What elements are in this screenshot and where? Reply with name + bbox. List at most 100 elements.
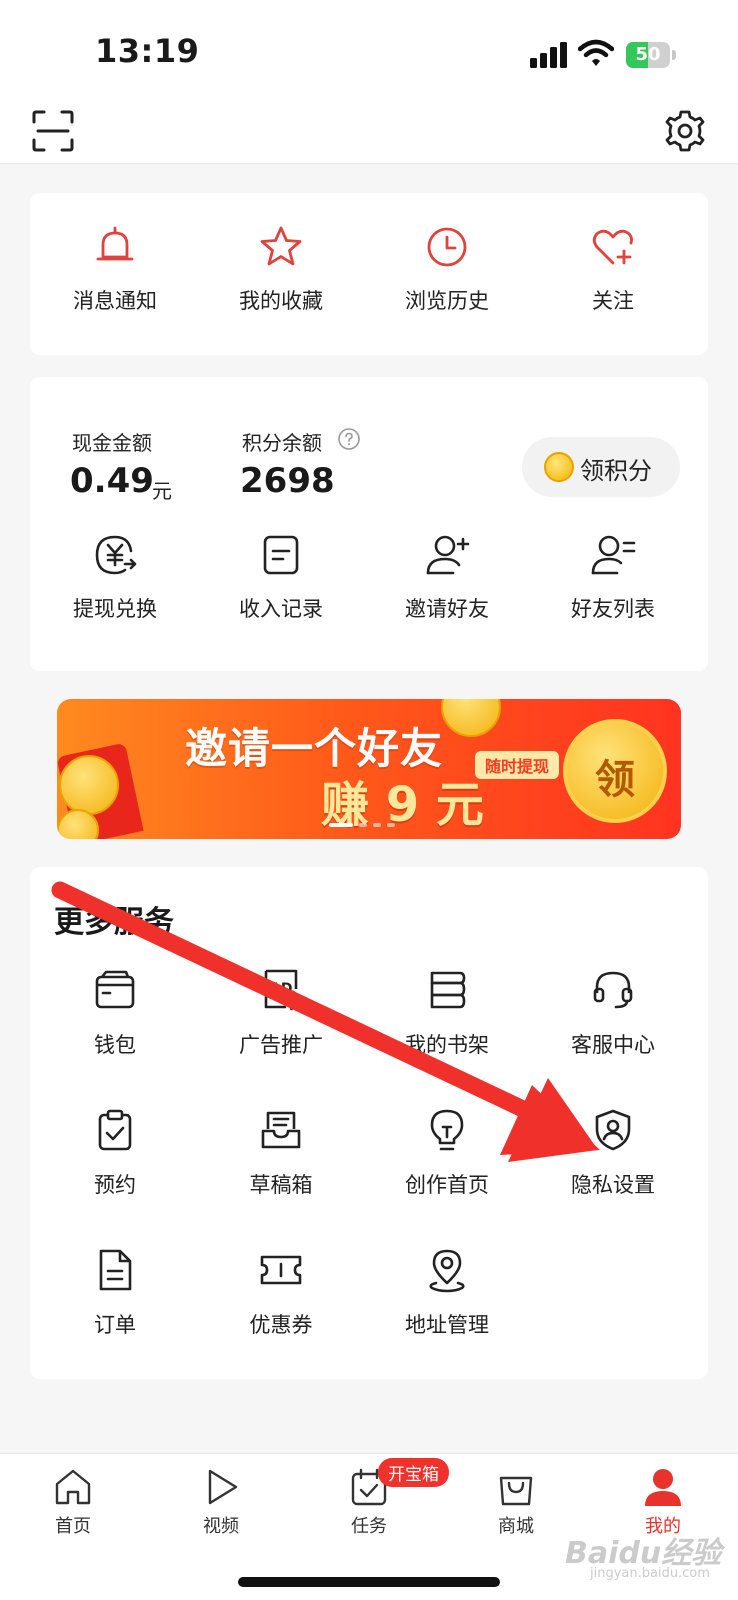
battery-percent: 50	[635, 44, 661, 65]
service-label: 钱包	[94, 1033, 136, 1057]
wallet-item-label: 邀请好友	[405, 597, 489, 621]
clock-icon	[427, 227, 467, 267]
service-reservation[interactable]: 预约	[30, 1107, 200, 1217]
scan-icon[interactable]	[30, 108, 76, 154]
cash-unit: 元	[152, 479, 172, 503]
services-title: 更多服务	[54, 905, 174, 940]
clipboard-check-icon	[98, 1109, 132, 1151]
gear-icon[interactable]	[662, 108, 708, 154]
service-label: 地址管理	[405, 1313, 489, 1337]
quick-label: 我的收藏	[239, 289, 323, 313]
service-support[interactable]: 客服中心	[528, 967, 698, 1077]
yuan-exchange-icon	[95, 535, 137, 575]
status-time: 13:19	[95, 32, 200, 70]
add-friend-icon	[426, 535, 470, 575]
cash-value[interactable]: 0.49	[70, 461, 154, 501]
coin-graphic	[59, 755, 119, 815]
quick-item-history[interactable]: 浏览历史	[362, 223, 532, 333]
service-label: 优惠券	[249, 1313, 313, 1337]
points-value[interactable]: 2698	[240, 461, 335, 501]
service-wallet[interactable]: 钱包	[30, 967, 200, 1077]
service-label: 客服中心	[571, 1033, 655, 1057]
service-address[interactable]: 地址管理	[362, 1247, 532, 1357]
coupon-icon	[260, 1255, 302, 1285]
wallet-item-label: 收入记录	[239, 597, 323, 621]
top-bar	[0, 100, 738, 164]
ad-icon: AD	[264, 969, 298, 1011]
wallet-item-withdraw[interactable]: 提现兑换	[30, 531, 200, 641]
wifi-icon	[578, 39, 614, 66]
lightbulb-icon	[430, 1109, 464, 1151]
service-orders[interactable]: 订单	[30, 1247, 200, 1357]
service-privacy[interactable]: 隐私设置	[528, 1107, 698, 1217]
coin-icon	[544, 452, 574, 482]
home-icon	[55, 1469, 91, 1505]
wallet-item-income[interactable]: 收入记录	[196, 531, 366, 641]
banner-tag: 随时提现	[475, 751, 560, 779]
quick-item-follow[interactable]: 关注	[528, 223, 698, 333]
invite-banner[interactable]: 邀请一个好友 随时提现 赚 9 元 领	[57, 699, 681, 839]
quick-label: 关注	[592, 289, 634, 313]
banner-coin-label: 领	[595, 757, 635, 803]
service-creator-home[interactable]: 创作首页	[362, 1107, 532, 1217]
service-ad[interactable]: AD 广告推广	[196, 967, 366, 1077]
wallet-icon	[95, 970, 135, 1009]
cash-label: 现金金额	[72, 431, 152, 455]
tab-label: 商城	[498, 1516, 534, 1537]
quick-label: 消息通知	[73, 289, 157, 313]
quick-label: 浏览历史	[405, 289, 489, 313]
wallet-item-label: 提现兑换	[73, 597, 157, 621]
claim-points-button[interactable]: 领积分	[522, 437, 680, 497]
service-coupons[interactable]: 优惠券	[196, 1247, 366, 1357]
help-icon[interactable]	[337, 427, 361, 451]
treasure-box-badge[interactable]: 开宝箱	[378, 1458, 449, 1487]
banner-claim-coin[interactable]: 领	[563, 719, 667, 823]
quick-item-favorites[interactable]: 我的收藏	[196, 223, 366, 333]
service-bookshelf[interactable]: 我的书架	[362, 967, 532, 1077]
svg-text:AD: AD	[270, 981, 292, 997]
coin-graphic	[441, 699, 501, 737]
service-drafts[interactable]: 草稿箱	[196, 1107, 366, 1217]
quick-item-notifications[interactable]: 消息通知	[30, 223, 200, 333]
points-label: 积分余额	[242, 431, 322, 455]
service-label: 创作首页	[405, 1173, 489, 1197]
wallet-card: 现金金额 0.49 元 积分余额 2698 领积分 提现兑换 收入记录 邀请好友…	[30, 377, 708, 671]
service-label: 订单	[94, 1313, 136, 1337]
bookshelf-icon	[430, 971, 466, 1009]
draft-box-icon	[261, 1111, 301, 1149]
document-icon	[99, 1249, 132, 1291]
service-label: 预约	[94, 1173, 136, 1197]
wallet-item-invite[interactable]: 邀请好友	[362, 531, 532, 641]
cellular-signal-icon	[530, 42, 567, 68]
tab-video[interactable]: 视频	[166, 1466, 276, 1546]
service-label: 我的书架	[405, 1033, 489, 1057]
star-icon	[260, 226, 302, 266]
service-label: 广告推广	[239, 1033, 323, 1057]
service-label: 草稿箱	[249, 1173, 313, 1197]
bell-icon	[96, 226, 134, 261]
baidu-watermark-url: jingyan.baidu.com	[590, 1566, 710, 1581]
shopping-bag-icon	[499, 1476, 533, 1506]
battery-icon: 50	[626, 42, 676, 68]
tab-label: 任务	[351, 1516, 387, 1537]
wallet-item-friends[interactable]: 好友列表	[528, 531, 698, 641]
wallet-item-label: 好友列表	[571, 597, 655, 621]
record-icon	[263, 535, 299, 575]
home-indicator	[238, 1577, 500, 1587]
tab-mall[interactable]: 商城	[461, 1466, 571, 1546]
service-label: 隐私设置	[571, 1173, 655, 1197]
play-icon	[208, 1469, 238, 1505]
heart-plus-icon	[592, 229, 633, 265]
user-icon	[645, 1469, 681, 1506]
shield-user-icon	[595, 1109, 631, 1151]
carousel-dots	[329, 823, 409, 827]
tab-label: 视频	[203, 1516, 239, 1537]
status-bar: 13:19 50	[0, 0, 738, 100]
claim-points-label: 领积分	[580, 457, 652, 485]
friend-list-icon	[591, 535, 636, 575]
headset-icon	[593, 971, 633, 1009]
tab-label: 首页	[55, 1516, 91, 1537]
location-pin-icon	[429, 1249, 465, 1293]
more-services-card: 更多服务 钱包 AD 广告推广 我的书架 客服中心 预约 草稿箱 创作首页 隐私…	[30, 867, 708, 1379]
tab-home[interactable]: 首页	[18, 1466, 128, 1546]
